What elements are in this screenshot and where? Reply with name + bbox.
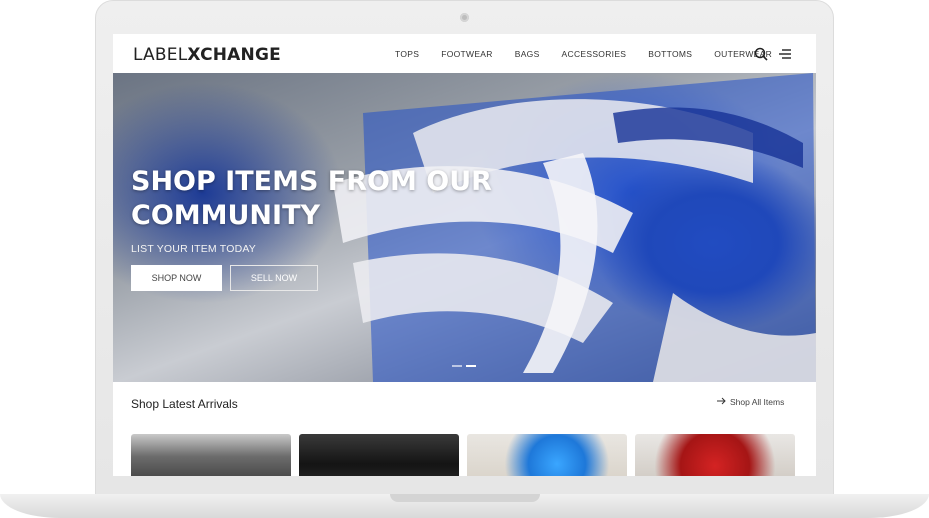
nav-item-bottoms[interactable]: BOTTOMS [648, 49, 692, 59]
hero-title: SHOP ITEMS FROM OUR COMMUNITY [131, 166, 492, 231]
nav-icon-group [754, 47, 792, 66]
shop-all-label: Shop All Items [730, 397, 785, 407]
product-card-2-image[interactable] [299, 434, 459, 476]
webcam [460, 13, 469, 22]
product-card-4-image[interactable] [635, 434, 795, 476]
shop-now-button[interactable]: SHOP NOW [131, 265, 222, 291]
search-icon[interactable] [754, 47, 768, 66]
hero-subtitle: LIST YOUR ITEM TODAY [131, 243, 256, 255]
carousel-dot-1[interactable] [452, 365, 462, 367]
top-navigation: LABELXCHANGE TOPS FOOTWEAR BAGS ACCESSOR… [113, 34, 816, 73]
site-logo[interactable]: LABELXCHANGE [133, 45, 281, 65]
category-menu: TOPS FOOTWEAR BAGS ACCESSORIES BOTTOMS O… [395, 49, 772, 59]
product-card-1-image[interactable] [131, 434, 291, 476]
logo-text-label: LABEL [133, 45, 188, 65]
latest-arrivals-heading: Shop Latest Arrivals [131, 397, 238, 411]
carousel-indicators [452, 365, 480, 367]
logo-text-xchange: XCHANGE [187, 45, 281, 65]
sell-now-button[interactable]: SELL NOW [230, 265, 318, 291]
laptop-base-notch [390, 494, 540, 502]
carousel-dot-2[interactable] [466, 365, 476, 367]
hero-buttons: SHOP NOW SELL NOW [131, 265, 318, 291]
nav-item-bags[interactable]: BAGS [515, 49, 540, 59]
product-card-3-image[interactable] [467, 434, 627, 476]
nav-item-footwear[interactable]: FOOTWEAR [441, 49, 493, 59]
menu-icon[interactable] [778, 47, 792, 66]
shop-all-link[interactable]: Shop All Items [717, 397, 784, 407]
hero-banner: SHOP ITEMS FROM OUR COMMUNITY LIST YOUR … [113, 73, 816, 382]
nav-item-tops[interactable]: TOPS [395, 49, 419, 59]
product-grid [131, 434, 795, 476]
nav-item-accessories[interactable]: ACCESSORIES [562, 49, 627, 59]
hero-text-block: SHOP ITEMS FROM OUR COMMUNITY LIST YOUR … [131, 165, 501, 255]
arrow-right-icon [717, 397, 726, 407]
browser-screen: LABELXCHANGE TOPS FOOTWEAR BAGS ACCESSOR… [113, 34, 816, 476]
